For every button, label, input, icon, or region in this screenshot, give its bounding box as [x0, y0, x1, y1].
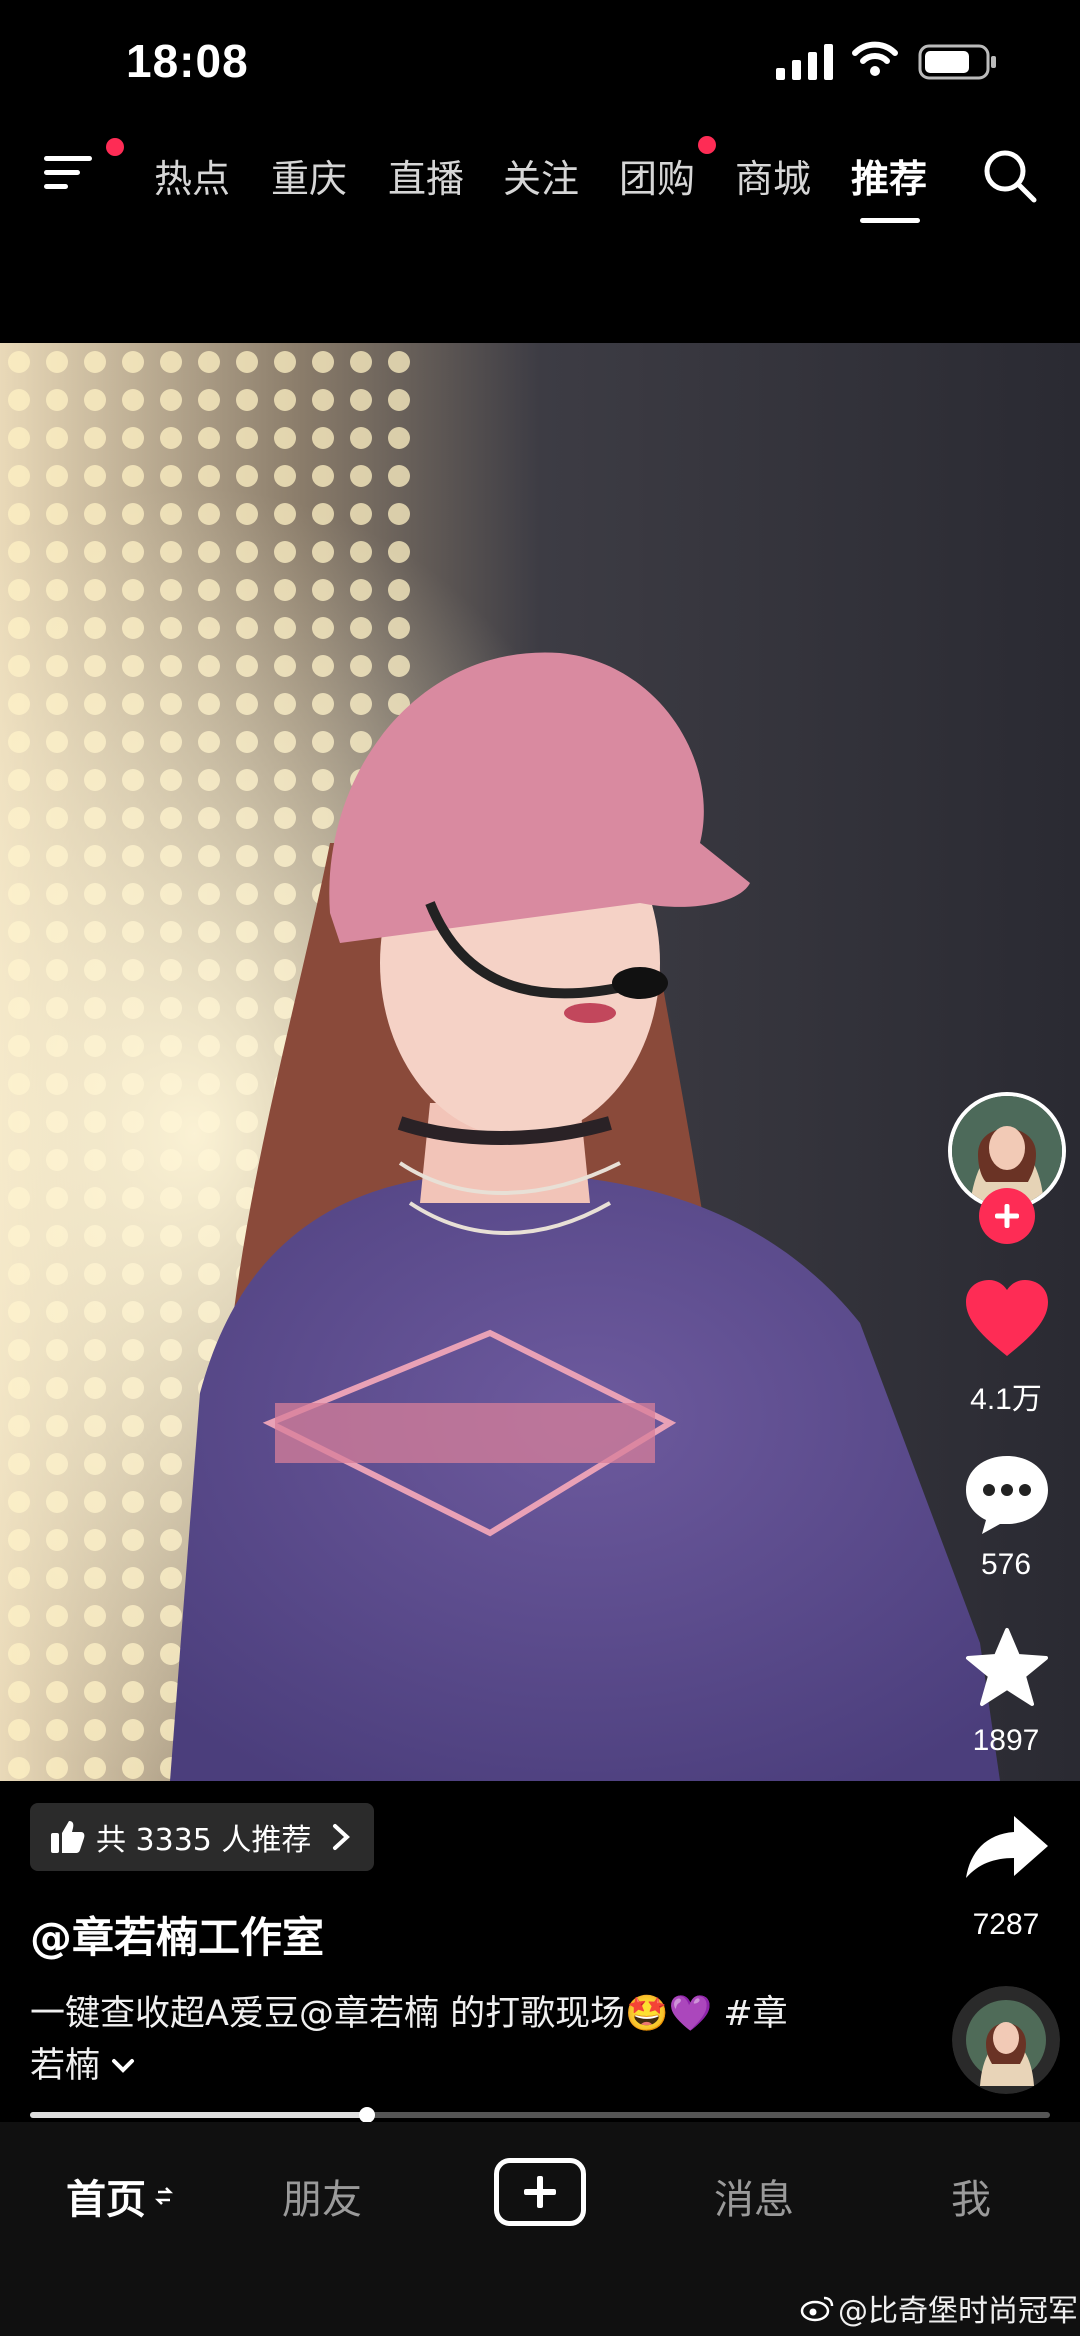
- star-icon: [966, 1628, 1048, 1706]
- tab-mall[interactable]: 商城: [735, 148, 811, 203]
- hashtag-text[interactable]: 若楠: [30, 2040, 100, 2092]
- tab-friends[interactable]: 朋友: [282, 2167, 362, 2225]
- video-frame: [0, 343, 1080, 1781]
- watermark: @比奇堡时尚冠军: [800, 2286, 1078, 2330]
- thumbs-up-icon: [51, 1821, 85, 1853]
- progress-handle[interactable]: [358, 2107, 375, 2123]
- like-count: 4.1万: [970, 1383, 1042, 1416]
- caption-line: 一键查收超A爱豆@章若楠 的打歌现场🤩💜 #章: [30, 1994, 788, 2034]
- weibo-icon: [800, 2296, 834, 2322]
- wifi-icon: [852, 41, 898, 76]
- recommend-count: 共 3335 人推荐: [96, 1823, 312, 1858]
- comment-icon: [966, 1456, 1048, 1534]
- create-button[interactable]: [494, 2158, 586, 2226]
- share-icon: [966, 1816, 1048, 1878]
- plus-icon: [524, 2176, 556, 2208]
- status-time: 18:08: [126, 35, 249, 87]
- tab-me[interactable]: 我: [951, 2167, 991, 2225]
- comment-button[interactable]: [962, 1452, 1052, 1536]
- signal-icon: [776, 44, 833, 80]
- author-name[interactable]: @章若楠工作室: [30, 1904, 324, 1965]
- music-disc[interactable]: [952, 1986, 1060, 2094]
- search-button[interactable]: [980, 146, 1040, 206]
- favorite-count: 1897: [972, 1724, 1040, 1757]
- heart-icon: [966, 1280, 1048, 1356]
- follow-button[interactable]: [979, 1188, 1035, 1244]
- progress-fill: [30, 2112, 367, 2118]
- tab-hot[interactable]: 热点: [154, 148, 230, 203]
- watermark-text: @比奇堡时尚冠军: [838, 2294, 1078, 2329]
- share-count: 7287: [972, 1908, 1040, 1941]
- music-disc-image: [952, 1986, 1060, 2094]
- menu-button[interactable]: [40, 138, 124, 200]
- tab-chongqing[interactable]: 重庆: [271, 148, 347, 203]
- battery-icon: [918, 44, 996, 80]
- tab-home-label: 首页: [66, 2177, 146, 2223]
- recommend-chip[interactable]: 共 3335 人推荐: [30, 1803, 374, 1871]
- video-caption: 一键查收超A爱豆@章若楠 的打歌现场🤩💜 #章 若楠: [30, 1988, 910, 2092]
- tab-recommend[interactable]: 推荐: [851, 148, 927, 203]
- caption-line: 若楠: [30, 2040, 910, 2092]
- comment-count: 576: [980, 1548, 1032, 1581]
- like-button[interactable]: [962, 1276, 1052, 1360]
- video-player[interactable]: [0, 343, 1080, 1781]
- tab-live[interactable]: 直播: [388, 148, 464, 203]
- tab-home[interactable]: 首页: [66, 2167, 174, 2225]
- favorite-button[interactable]: [962, 1626, 1052, 1710]
- menu-icon: [44, 156, 92, 189]
- tab-group-buy[interactable]: 团购: [619, 148, 695, 203]
- plus-icon: [995, 1204, 1019, 1228]
- expand-chevron-icon[interactable]: [110, 2056, 136, 2076]
- share-button[interactable]: [964, 1812, 1050, 1882]
- notification-dot: [106, 138, 124, 156]
- active-tab-indicator: [860, 218, 920, 223]
- tab-following[interactable]: 关注: [503, 148, 579, 203]
- chevron-right-icon: [333, 1824, 351, 1850]
- search-icon: [984, 150, 1037, 203]
- tab-messages[interactable]: 消息: [714, 2167, 794, 2225]
- switch-arrows-icon: [154, 2187, 174, 2205]
- notification-dot: [698, 136, 716, 154]
